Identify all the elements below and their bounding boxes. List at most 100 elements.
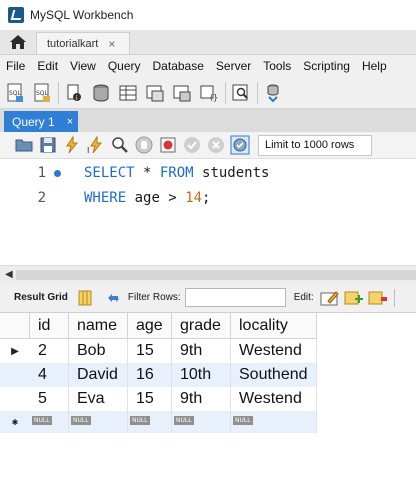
menu-view[interactable]: View xyxy=(64,59,102,73)
column-header-locality[interactable]: locality xyxy=(231,313,317,339)
menu-bar: File Edit View Query Database Server Too… xyxy=(0,55,416,77)
cell-grade[interactable]: 9th xyxy=(172,339,231,363)
inspector-button[interactable]: i xyxy=(63,82,85,104)
explain-button[interactable] xyxy=(110,135,130,155)
svg-text:(}: (} xyxy=(210,93,218,102)
save-button[interactable] xyxy=(38,135,58,155)
toolbar-separator xyxy=(58,81,59,104)
create-schema-button[interactable] xyxy=(90,82,112,104)
rollback-button[interactable] xyxy=(206,135,226,155)
sql-editor[interactable]: 1 SELECT * FROM students 2 WHERE age > 1… xyxy=(0,159,416,265)
cell-age[interactable]: 16 xyxy=(128,363,172,387)
search-icon xyxy=(232,84,248,100)
column-header-grade[interactable]: grade xyxy=(172,313,231,339)
cell-id[interactable]: 2 xyxy=(30,339,69,363)
menu-edit[interactable]: Edit xyxy=(31,59,64,73)
home-tab[interactable] xyxy=(0,29,36,54)
cell-id[interactable]: 4 xyxy=(30,363,69,387)
null-cell[interactable]: NULL xyxy=(128,411,172,433)
open-sql-script-button[interactable]: SQL xyxy=(31,82,53,104)
cell-grade[interactable]: 9th xyxy=(172,387,231,411)
error-stop-icon xyxy=(160,137,176,153)
cell-locality[interactable]: Westend xyxy=(231,339,317,363)
cell-age[interactable]: 15 xyxy=(128,387,172,411)
delete-row-icon[interactable] xyxy=(368,289,388,307)
null-badge: NULL xyxy=(71,416,91,425)
result-grid-tab[interactable]: Result Grid xyxy=(14,292,68,303)
autocommit-icon xyxy=(230,135,250,155)
column-header-name[interactable]: name xyxy=(69,313,128,339)
table-row[interactable]: 4 David 16 10th Southend xyxy=(0,363,317,387)
cell-name[interactable]: David xyxy=(69,363,128,387)
result-grid: id name age grade locality ▶ 2 Bob 15 9t… xyxy=(0,313,416,501)
scroll-left-icon[interactable]: ◀ xyxy=(5,269,13,280)
column-header-id[interactable]: id xyxy=(30,313,69,339)
mysql-workbench-logo-icon xyxy=(8,7,24,23)
connection-tab[interactable]: tutorialkart × xyxy=(36,32,130,54)
cell-id[interactable]: 5 xyxy=(30,387,69,411)
execute-current-statement-button[interactable]: I xyxy=(86,135,106,155)
menu-server[interactable]: Server xyxy=(210,59,257,73)
sql-number: 14 xyxy=(185,190,203,206)
create-view-button[interactable] xyxy=(144,82,166,104)
open-file-button[interactable] xyxy=(14,135,34,155)
insert-row-icon[interactable] xyxy=(344,289,364,307)
search-table-data-button[interactable] xyxy=(230,82,252,104)
sql-file-icon: SQL xyxy=(7,83,23,102)
editor-line: 2 WHERE age > 14 ; xyxy=(0,186,211,210)
menu-query[interactable]: Query xyxy=(102,59,147,73)
menu-tools[interactable]: Tools xyxy=(257,59,297,73)
cell-grade[interactable]: 10th xyxy=(172,363,231,387)
stop-hand-icon xyxy=(135,136,153,154)
editor-horizontal-scrollbar[interactable]: ◀ xyxy=(0,265,416,283)
query-tab-label: Query 1 xyxy=(12,114,55,129)
reconnect-button[interactable] xyxy=(262,82,284,104)
query-tab-strip: Query 1 × xyxy=(0,109,416,132)
commit-button[interactable] xyxy=(182,135,202,155)
svg-text:I: I xyxy=(87,146,89,155)
connection-tab-strip: tutorialkart × xyxy=(0,30,416,55)
toggle-error-continue-button[interactable] xyxy=(158,135,178,155)
null-cell[interactable]: NULL xyxy=(30,411,69,433)
null-cell[interactable]: NULL xyxy=(172,411,231,433)
new-sql-tab-button[interactable]: SQL xyxy=(4,82,26,104)
scrollbar-track[interactable] xyxy=(16,270,416,280)
cell-locality[interactable]: Southend xyxy=(231,363,317,387)
window-title: MySQL Workbench xyxy=(30,8,134,22)
editor-line: 1 SELECT * FROM students xyxy=(0,161,270,185)
close-icon[interactable]: × xyxy=(108,37,115,51)
table-row[interactable]: 5 Eva 15 9th Westend xyxy=(0,387,317,411)
menu-scripting[interactable]: Scripting xyxy=(297,59,356,73)
commit-icon xyxy=(184,137,200,153)
sql-keyword: SELECT xyxy=(84,165,135,181)
main-toolbar: SQL SQL i (} xyxy=(0,77,416,109)
edit-row-icon[interactable] xyxy=(320,289,340,307)
column-header-age[interactable]: age xyxy=(128,313,172,339)
table-icon xyxy=(119,85,137,100)
cell-name[interactable]: Bob xyxy=(69,339,128,363)
limit-rows-select[interactable]: Limit to 1000 rows xyxy=(258,134,372,156)
autocommit-toggle-button[interactable] xyxy=(230,135,250,155)
create-table-button[interactable] xyxy=(117,82,139,104)
new-row[interactable]: ✱ NULL NULL NULL NULL NULL xyxy=(0,411,317,433)
query-tab[interactable]: Query 1 × xyxy=(4,111,78,132)
null-cell[interactable]: NULL xyxy=(69,411,128,433)
create-function-button[interactable]: (} xyxy=(198,82,220,104)
procedure-icon xyxy=(173,85,191,101)
grid-layout-icon[interactable] xyxy=(78,290,92,306)
menu-help[interactable]: Help xyxy=(356,59,393,73)
execute-button[interactable] xyxy=(62,135,82,155)
create-procedure-button[interactable] xyxy=(171,82,193,104)
cell-name[interactable]: Eva xyxy=(69,387,128,411)
filter-rows-input[interactable] xyxy=(184,288,286,307)
null-cell[interactable]: NULL xyxy=(231,411,317,433)
menu-database[interactable]: Database xyxy=(147,59,210,73)
cell-age[interactable]: 15 xyxy=(128,339,172,363)
close-icon[interactable]: × xyxy=(67,116,73,128)
stop-button[interactable] xyxy=(134,135,154,155)
menu-file[interactable]: File xyxy=(0,59,31,73)
refresh-icon[interactable] xyxy=(106,291,122,305)
table-row[interactable]: ▶ 2 Bob 15 9th Westend xyxy=(0,339,317,363)
cell-locality[interactable]: Westend xyxy=(231,387,317,411)
current-row-marker: ▶ xyxy=(11,345,19,357)
